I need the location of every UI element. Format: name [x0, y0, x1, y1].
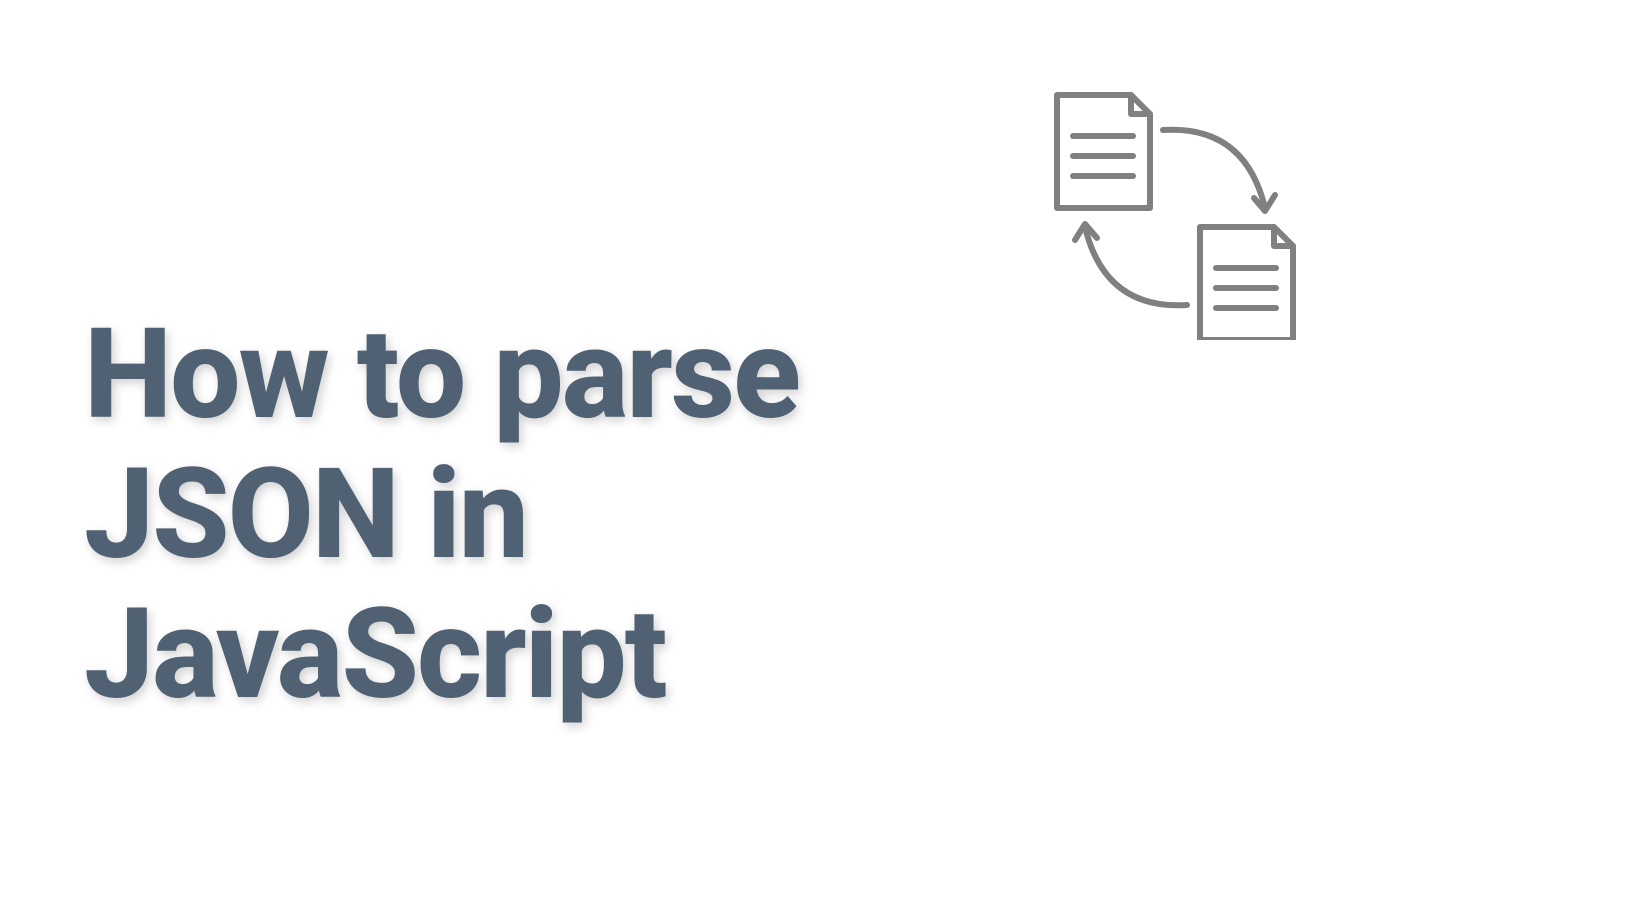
title-line-3: JavaScript — [84, 581, 665, 728]
title-line-1: How to parse — [84, 301, 799, 448]
title-line-2: JSON in — [84, 441, 527, 588]
file-exchange-icon — [1045, 80, 1305, 340]
page-title: How to parse JSON in JavaScript — [84, 305, 799, 725]
